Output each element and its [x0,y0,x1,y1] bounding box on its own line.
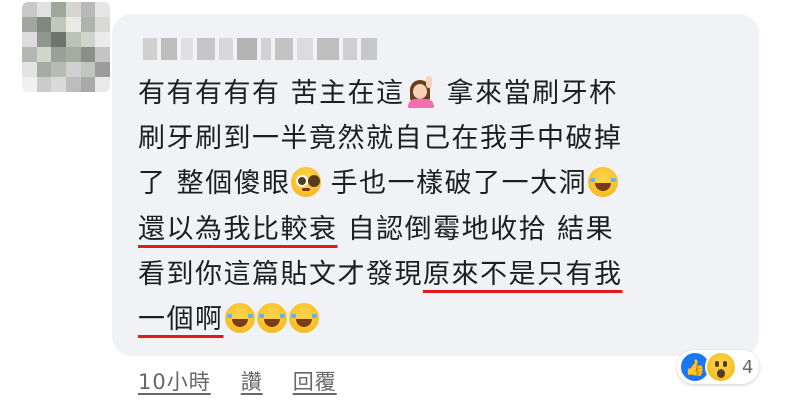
comment-line-3: 了 整個傻眼 手也一樣破了一大洞 [138,164,619,204]
tears-of-joy-icon [256,303,287,333]
comment-text: 有有有有有 苦主在這 [138,78,405,109]
comment-text: 了 整個傻眼 [138,168,291,199]
tears-of-joy-icon [288,303,319,333]
comment-text: 自認倒霉地收拾 結果 [337,214,615,245]
flushed-face-icon [290,167,321,197]
person-raising-hand-icon [407,76,435,108]
wow-face-icon [705,351,737,383]
comment-line-5: 看到你這篇貼文才發現原來不是只有我 [138,255,623,295]
tears-of-joy-icon [588,167,619,197]
comment-line-6: 一個啊 [138,300,320,340]
comment-line-1: 有有有有有 苦主在這 拿來當刷牙杯 [138,74,618,114]
comment-line-2: 刷牙刷到一半竟然就自己在我手中破掉 [138,119,623,159]
avatar[interactable] [22,2,110,92]
tears-of-joy-icon [224,303,255,333]
author-name-blurred[interactable] [143,38,377,60]
reaction-count: 4 [742,356,754,378]
underlined-text: 原來不是只有我 [423,259,623,290]
comment-text: 拿來當刷牙杯 [436,78,618,109]
comment-meta: 10小時 讚 回覆 [138,366,337,396]
underlined-text: 一個啊 [138,304,224,335]
underlined-text: 還以為我比較衰 [138,214,338,245]
comment-text: 刷牙刷到一半竟然就自己在我手中破掉 [138,123,623,154]
comment-text: 手也一樣破了一大洞 [320,168,588,199]
reactions-summary[interactable]: 👍 4 [677,350,760,384]
comment-line-4: 還以為我比較衰 自認倒霉地收拾 結果 [138,210,614,250]
reply-button[interactable]: 回覆 [293,366,337,396]
timestamp-link[interactable]: 10小時 [138,366,211,396]
comment-text: 看到你這篇貼文才發現 [138,259,423,290]
like-button[interactable]: 讚 [241,366,263,396]
